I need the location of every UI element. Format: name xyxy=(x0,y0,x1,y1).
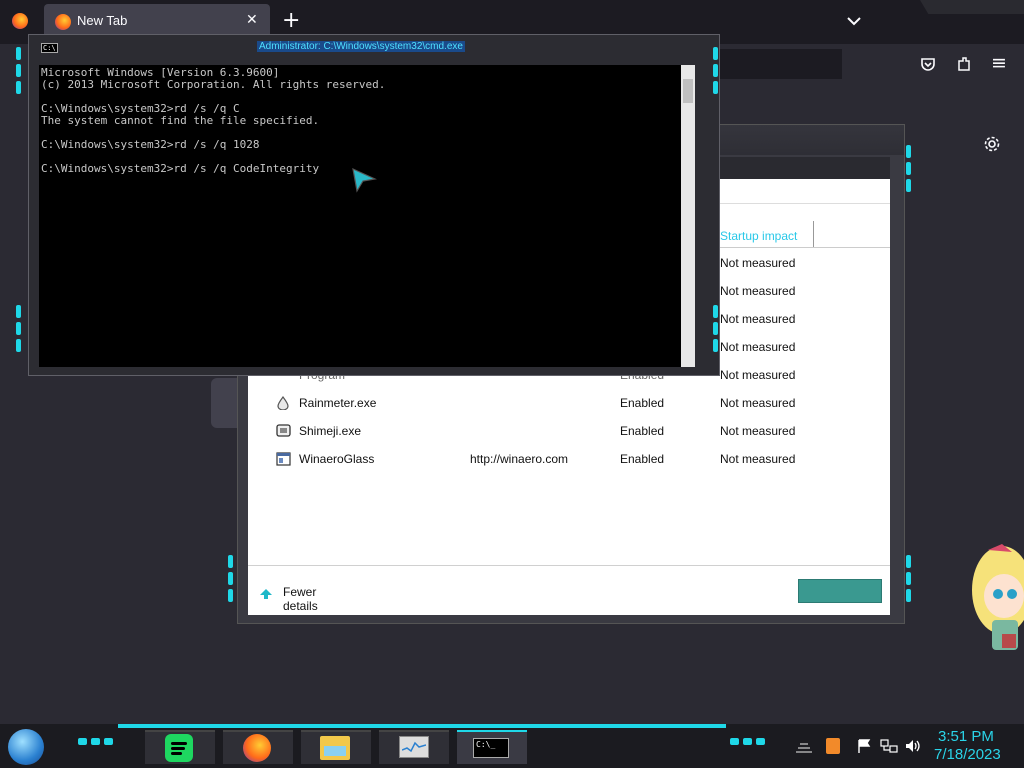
disable-button[interactable] xyxy=(798,579,882,603)
impact-cell: Not measured xyxy=(720,452,796,466)
publisher-cell: http://winaero.com xyxy=(470,452,569,466)
taskbar-light xyxy=(91,738,100,745)
frame-light xyxy=(16,322,21,335)
name-cell: WinaeroGlass xyxy=(299,452,375,466)
frame-light xyxy=(16,47,21,60)
table-row[interactable]: Rainmeter.exe Enabled Not measured xyxy=(248,389,890,417)
url-field[interactable] xyxy=(700,49,842,79)
show-hidden-icons-icon[interactable] xyxy=(794,740,814,754)
frame-light xyxy=(906,589,911,602)
impact-cell: Not measured xyxy=(720,396,796,410)
close-tab-icon[interactable]: ✕ xyxy=(246,12,258,28)
taskbar-task-manager[interactable] xyxy=(379,730,449,764)
cmd-window-icon: C:\ xyxy=(41,43,58,53)
taskbar-light xyxy=(78,738,87,745)
shimeji-mascot[interactable] xyxy=(962,538,1024,660)
gear-icon[interactable] xyxy=(983,135,1001,153)
monitor-icon xyxy=(399,736,429,758)
new-tab-button[interactable]: + xyxy=(282,8,300,33)
table-row[interactable]: WinaeroGlass http://winaero.com Enabled … xyxy=(248,445,890,473)
frame-light xyxy=(16,305,21,318)
taskbar: C:\_ 3:51 PM 7/18/2023 xyxy=(0,724,1024,768)
cmd-window: C:\ Administrator: C:\Windows\system32\c… xyxy=(28,34,720,376)
taskbar-cmd[interactable]: C:\_ xyxy=(457,730,527,764)
chevron-down-icon[interactable] xyxy=(846,15,862,27)
frame-light xyxy=(16,81,21,94)
window-controls xyxy=(920,0,1024,14)
status-cell: Enabled xyxy=(620,452,665,466)
folder-icon xyxy=(320,736,350,760)
frame-light xyxy=(713,339,718,352)
volume-icon[interactable] xyxy=(904,738,922,754)
scroll-thumb[interactable] xyxy=(683,79,693,103)
status-cell: Enabled xyxy=(620,424,665,438)
fewer-details-label: Fewer details xyxy=(283,585,318,613)
status-cell: Enabled xyxy=(620,396,665,410)
column-divider xyxy=(813,221,814,247)
frame-light xyxy=(906,572,911,585)
frame-light xyxy=(906,145,911,158)
pocket-icon[interactable] xyxy=(920,56,936,72)
cmd-console[interactable]: Microsoft Windows [Version 6.3.9600] (c)… xyxy=(39,65,685,367)
start-button[interactable] xyxy=(8,729,44,765)
impact-cell: Not measured xyxy=(720,424,796,438)
cmd-scrollbar[interactable] xyxy=(681,65,695,367)
firefox-tab-icon xyxy=(55,14,71,30)
sublime-tray-icon[interactable] xyxy=(826,738,840,754)
rainmeter-icon xyxy=(277,396,289,410)
taskbar-glow xyxy=(118,724,726,728)
chevron-up-icon xyxy=(260,589,272,599)
table-row[interactable]: Shimeji.exe Enabled Not measured xyxy=(248,417,890,445)
extensions-icon[interactable] xyxy=(956,56,972,72)
frame-light xyxy=(906,162,911,175)
console-output: Microsoft Windows [Version 6.3.9600] (c)… xyxy=(41,66,386,175)
column-header-startup-impact[interactable]: Startup impact xyxy=(720,229,797,243)
taskbar-light xyxy=(104,738,113,745)
network-icon[interactable] xyxy=(880,738,898,754)
impact-cell: Not measured xyxy=(720,368,796,382)
spotify-icon xyxy=(165,734,193,762)
taskbar-spotify[interactable] xyxy=(145,730,215,764)
cmd-taskbar-icon: C:\_ xyxy=(473,738,509,758)
frame-light xyxy=(713,64,718,77)
clock-time[interactable]: 3:51 PM xyxy=(938,728,994,745)
impact-cell: Not measured xyxy=(720,312,796,326)
frame-light xyxy=(228,555,233,568)
clock-date[interactable]: 7/18/2023 xyxy=(934,746,1001,763)
taskbar-file-explorer[interactable] xyxy=(301,730,371,764)
flag-icon[interactable] xyxy=(856,738,872,754)
impact-cell: Not measured xyxy=(720,256,796,270)
winaero-glass-icon xyxy=(276,452,291,466)
frame-light xyxy=(906,179,911,192)
shimeji-icon xyxy=(276,424,291,437)
frame-light xyxy=(713,322,718,335)
cmd-title: Administrator: C:\Windows\system32\cmd.e… xyxy=(257,41,465,52)
frame-light xyxy=(713,305,718,318)
frame-light xyxy=(228,589,233,602)
taskbar-light xyxy=(756,738,765,745)
name-cell: Shimeji.exe xyxy=(299,424,362,438)
frame-light xyxy=(16,339,21,352)
footer-divider xyxy=(248,565,890,566)
taskbar-light xyxy=(743,738,752,745)
frame-light xyxy=(16,64,21,77)
taskbar-firefox[interactable] xyxy=(223,730,293,764)
impact-cell: Not measured xyxy=(720,340,796,354)
frame-light xyxy=(906,555,911,568)
frame-light xyxy=(228,572,233,585)
menu-icon[interactable]: ≡ xyxy=(991,52,1007,74)
taskbar-light xyxy=(730,738,739,745)
frame-light xyxy=(713,81,718,94)
name-cell: Rainmeter.exe xyxy=(299,396,377,410)
frame-light xyxy=(713,47,718,60)
firefox-icon xyxy=(243,734,271,762)
impact-cell: Not measured xyxy=(720,284,796,298)
tab-title: New Tab xyxy=(77,13,128,28)
mouse-cursor-icon xyxy=(352,167,377,193)
firefox-icon xyxy=(12,13,28,29)
